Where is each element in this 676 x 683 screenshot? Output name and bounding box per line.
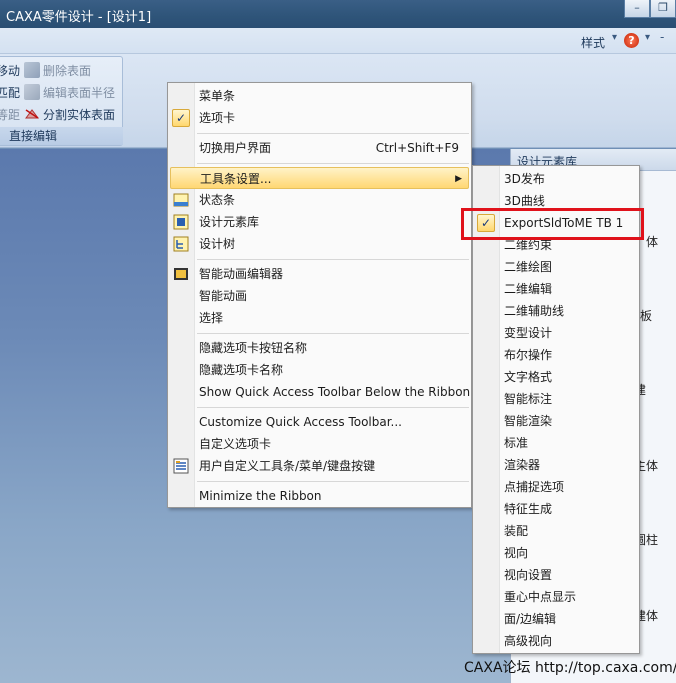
ribbon-group-label: 直接编辑 bbox=[0, 127, 123, 145]
submenu-item[interactable]: 装配 bbox=[475, 520, 637, 542]
ribbon-tab-strip: 样式 ▾ ? ▾ - bbox=[0, 28, 676, 54]
customize-icon bbox=[173, 458, 189, 474]
ribbon-row: 匹配 编辑表面半径 bbox=[0, 83, 115, 101]
menu-item-design-library[interactable]: 设计元素库 bbox=[170, 211, 469, 233]
status-bar-icon bbox=[173, 192, 189, 208]
design-tree-icon bbox=[173, 236, 189, 252]
menu-separator bbox=[197, 163, 469, 164]
menu-item-hide-tab-button-names[interactable]: 隐藏选项卡按钮名称 bbox=[170, 337, 469, 359]
submenu-item[interactable]: 布尔操作 bbox=[475, 344, 637, 366]
split-face-icon bbox=[24, 106, 40, 122]
submenu-item[interactable]: 视向设置 bbox=[475, 564, 637, 586]
submenu-item[interactable]: 重心中点显示 bbox=[475, 586, 637, 608]
submenu-item[interactable]: 特征生成 bbox=[475, 498, 637, 520]
help-icon[interactable]: ? bbox=[624, 33, 639, 48]
menu-item-minimize-ribbon[interactable]: Minimize the Ribbon bbox=[170, 485, 469, 507]
menu-separator bbox=[197, 133, 469, 134]
menu-item-toolbar-settings[interactable]: 工具条设置... ▶ bbox=[170, 167, 469, 189]
ribbon-row: 等距 分割实体表面 bbox=[0, 105, 115, 123]
menu-shortcut: Ctrl+Shift+F9 bbox=[375, 141, 459, 155]
submenu-item[interactable]: 标准 bbox=[475, 432, 637, 454]
menu-item-hide-tab-names[interactable]: 隐藏选项卡名称 bbox=[170, 359, 469, 381]
forum-watermark: CAXA论坛 http://top.caxa.com/ bbox=[464, 660, 676, 676]
menu-item-animation-editor[interactable]: 智能动画编辑器 bbox=[170, 263, 469, 285]
submenu-arrow-icon: ▶ bbox=[455, 174, 462, 184]
menu-item-menubar[interactable]: 菜单条 bbox=[170, 85, 469, 107]
delete-face-icon bbox=[24, 62, 40, 78]
menu-item-status-bar[interactable]: 状态条 bbox=[170, 189, 469, 211]
menu-item-select[interactable]: 选择 bbox=[170, 307, 469, 329]
menu-item-switch-ui[interactable]: 切换用户界面 Ctrl+Shift+F9 bbox=[170, 137, 469, 159]
menu-item-ribbon-tabs[interactable]: ✓ 选项卡 bbox=[170, 107, 469, 129]
chevron-down-icon[interactable]: ▾ bbox=[612, 32, 617, 43]
edit-face-radius-button[interactable]: 编辑表面半径 bbox=[43, 84, 115, 101]
menu-item-design-tree[interactable]: 设计树 bbox=[170, 233, 469, 255]
menu-separator bbox=[197, 259, 469, 260]
delete-face-button[interactable]: 删除表面 bbox=[43, 62, 91, 79]
window-title: CAXA零件设计 - [设计1] bbox=[6, 10, 152, 25]
title-bar: CAXA零件设计 - [设计1] – ❐ bbox=[0, 0, 676, 28]
maximize-button[interactable]: ❐ bbox=[650, 0, 676, 18]
ribbon-item-fragment[interactable]: 匹配 bbox=[0, 84, 20, 101]
edit-face-radius-icon bbox=[24, 84, 40, 100]
library-item-fragment[interactable]: 板 bbox=[640, 307, 652, 324]
submenu-item[interactable]: 二维绘图 bbox=[475, 256, 637, 278]
minimize-button[interactable]: – bbox=[624, 0, 650, 18]
submenu-item[interactable]: 智能渲染 bbox=[475, 410, 637, 432]
menu-separator bbox=[197, 407, 469, 408]
check-icon: ✓ bbox=[172, 109, 190, 127]
design-library-icon bbox=[173, 214, 189, 230]
menu-item-animation[interactable]: 智能动画 bbox=[170, 285, 469, 307]
context-menu: 菜单条 ✓ 选项卡 切换用户界面 Ctrl+Shift+F9 工具条设置... … bbox=[167, 82, 472, 508]
annotation-highlight-box bbox=[461, 208, 644, 240]
submenu-item[interactable]: 文字格式 bbox=[475, 366, 637, 388]
submenu-item[interactable]: 变型设计 bbox=[475, 322, 637, 344]
submenu-item[interactable]: 高级视向 bbox=[475, 630, 637, 652]
menu-separator bbox=[197, 481, 469, 482]
submenu-item[interactable]: 渲染器 bbox=[475, 454, 637, 476]
menu-item-customize-toolbar[interactable]: 用户自定义工具条/菜单/键盘按键 bbox=[170, 455, 469, 477]
ribbon-row: 移动 删除表面 bbox=[0, 61, 91, 79]
style-menu[interactable]: 样式 bbox=[581, 34, 605, 51]
ribbon-group-direct-edit: 移动 删除表面 匹配 编辑表面半径 等距 分割实体表面 直接编辑 bbox=[0, 56, 123, 146]
ribbon-item-fragment[interactable]: 移动 bbox=[0, 62, 20, 79]
ribbon-item-fragment[interactable]: 等距 bbox=[0, 106, 20, 123]
menu-item-custom-tab[interactable]: 自定义选项卡 bbox=[170, 433, 469, 455]
chevron-down-icon[interactable]: ▾ bbox=[645, 32, 650, 43]
submenu-item[interactable]: 二维辅助线 bbox=[475, 300, 637, 322]
window-controls: – ❐ bbox=[624, 0, 676, 20]
library-item-fragment[interactable]: 体 bbox=[646, 233, 658, 250]
menu-item-qat-below-ribbon[interactable]: Show Quick Access Toolbar Below the Ribb… bbox=[170, 381, 470, 403]
menu-item-customize-qat[interactable]: Customize Quick Access Toolbar... bbox=[170, 411, 469, 433]
submenu-item[interactable]: 二维编辑 bbox=[475, 278, 637, 300]
submenu-item[interactable]: 视向 bbox=[475, 542, 637, 564]
submenu-item[interactable]: 智能标注 bbox=[475, 388, 637, 410]
ribbon-minimize-icon[interactable]: - bbox=[660, 30, 664, 44]
split-face-button[interactable]: 分割实体表面 bbox=[43, 106, 115, 123]
menu-separator bbox=[197, 333, 469, 334]
animation-editor-icon bbox=[173, 266, 189, 282]
submenu-item[interactable]: 3D发布 bbox=[475, 168, 637, 190]
submenu-item[interactable]: 点捕捉选项 bbox=[475, 476, 637, 498]
submenu-item[interactable]: 面/边编辑 bbox=[475, 608, 637, 630]
